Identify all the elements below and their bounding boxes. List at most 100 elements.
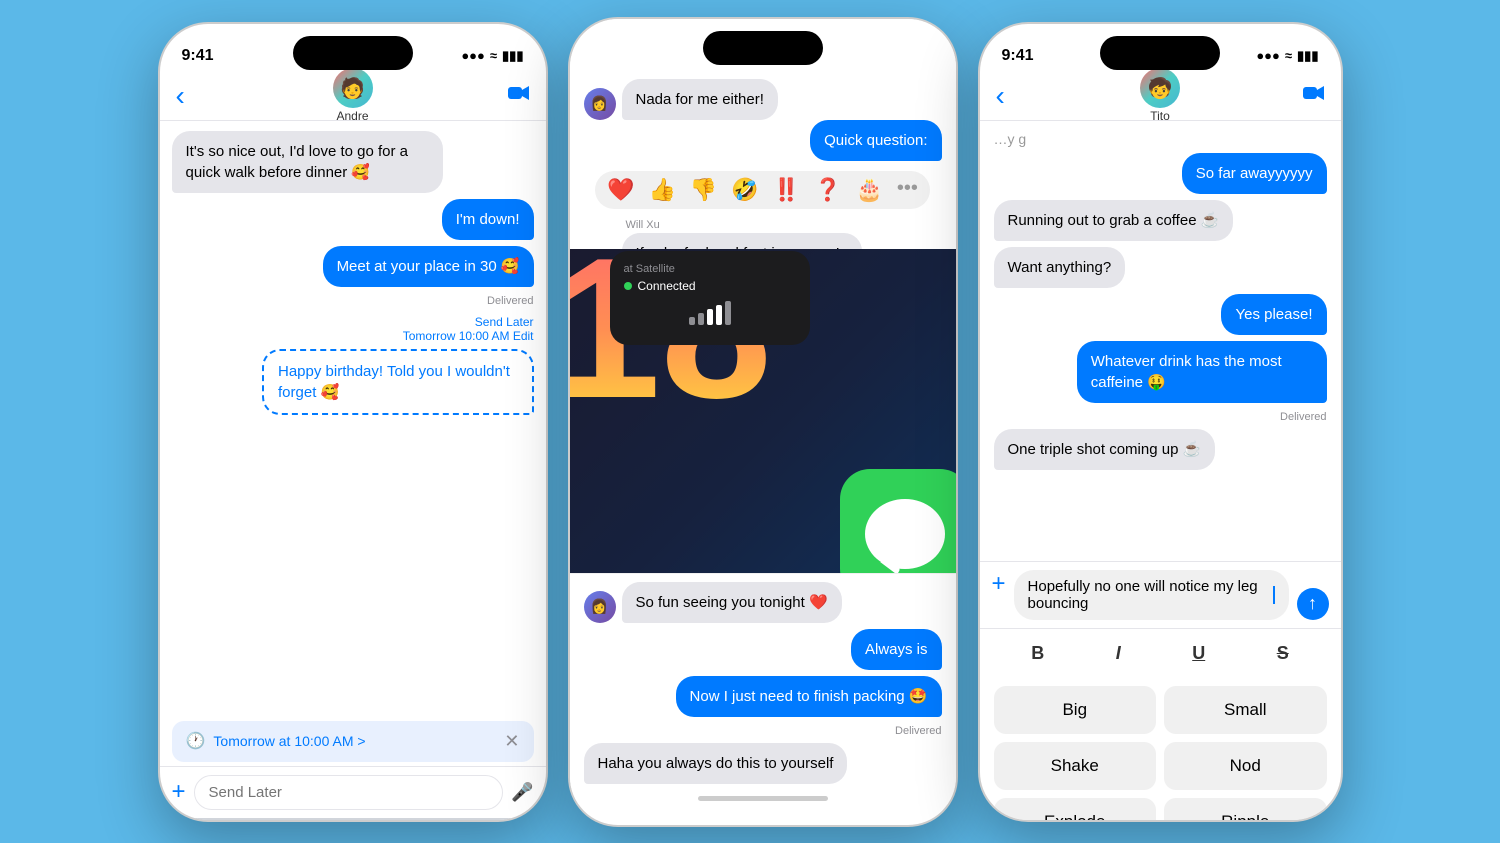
- text-cursor: [1273, 586, 1275, 604]
- mid-avatar-3: 👩: [584, 591, 616, 623]
- battery-icon-right: ▮▮▮: [1297, 48, 1318, 64]
- mid-sender-name: Will Xu: [626, 219, 942, 231]
- satellite-title: at Satellite: [624, 263, 796, 275]
- contact-name-left: Andre: [336, 109, 368, 123]
- right-msg-1: So far awayyyyyy: [994, 153, 1327, 194]
- right-bubble-6: One triple shot coming up ☕: [994, 429, 1216, 470]
- signal-bar-3: [707, 309, 713, 325]
- delivered-label-mid: Delivered: [584, 725, 942, 737]
- satellite-connected-dot: [624, 282, 632, 290]
- add-button-right[interactable]: +: [992, 570, 1006, 598]
- schedule-bar-info[interactable]: 🕐 Tomorrow at 10:00 AM >: [186, 731, 366, 751]
- msg-received-1: It's so nice out, I'd love to go for a q…: [172, 131, 444, 193]
- right-msg-4: Yes please!: [994, 294, 1327, 335]
- satellite-signal-bars: [624, 301, 796, 325]
- nav-bar-left: ‹ 🧑 Andre: [160, 74, 546, 121]
- reaction-cake[interactable]: 🎂: [856, 177, 883, 203]
- right-phone: 9:41 ●●● ≈ ▮▮▮ ‹ 🧒 Tito …y g So far away…: [978, 22, 1343, 822]
- msg-scheduled: Happy birthday! Told you I wouldn't forg…: [262, 349, 534, 415]
- middle-phone: 👩 Nada for me either! Quick question: ❤️…: [568, 17, 958, 827]
- signal-bar-4: [716, 305, 722, 325]
- mid-avatar-1: 👩: [584, 88, 616, 120]
- mid-bottom-msg-2: Always is: [584, 629, 942, 670]
- right-partial-msg: …y g: [994, 131, 1327, 147]
- close-schedule-button[interactable]: ✕: [504, 731, 519, 752]
- reaction-thumbsup[interactable]: 👍: [648, 177, 675, 203]
- avatar-right[interactable]: 🧒: [1140, 68, 1180, 108]
- reaction-more[interactable]: •••: [897, 177, 918, 203]
- keyboard-left: I The I'm ≥A Q W E R T Y U I O P A S D F…: [160, 818, 546, 822]
- status-icons-right: ●●● ≈ ▮▮▮: [1256, 48, 1318, 64]
- edit-link[interactable]: Edit: [513, 329, 534, 343]
- home-indicator-mid: [698, 796, 828, 801]
- mid-bottom-bubble-3: Now I just need to finish packing 🤩: [676, 676, 942, 717]
- nav-center-left: 🧑 Andre: [333, 68, 373, 123]
- wifi-icon: ≈: [490, 48, 497, 63]
- status-time-left: 9:41: [182, 47, 214, 65]
- battery-icon: ▮▮▮: [502, 48, 523, 64]
- back-button-left[interactable]: ‹: [176, 80, 185, 112]
- right-messages-area: …y g So far awayyyyyy Running out to gra…: [980, 121, 1341, 561]
- clock-icon: 🕐: [186, 731, 206, 751]
- effect-nod[interactable]: Nod: [1164, 742, 1327, 790]
- add-button-left[interactable]: +: [172, 778, 186, 806]
- dynamic-island-right: [1100, 36, 1220, 70]
- reaction-laugh[interactable]: 🤣: [731, 177, 758, 203]
- back-button-right[interactable]: ‹: [996, 80, 1005, 112]
- right-bubble-2: Running out to grab a coffee ☕: [994, 200, 1234, 241]
- right-msg-5: Whatever drink has the most caffeine 🤑: [994, 341, 1327, 403]
- contact-name-right: Tito: [1150, 109, 1170, 123]
- nav-center-right: 🧒 Tito: [1140, 68, 1180, 123]
- message-input-left[interactable]: [194, 775, 504, 810]
- effect-small[interactable]: Small: [1164, 686, 1327, 734]
- nav-bar-right: ‹ 🧒 Tito: [980, 74, 1341, 121]
- effect-ripple[interactable]: Ripple: [1164, 798, 1327, 822]
- right-bubble-3: Want anything?: [994, 247, 1126, 288]
- mid-bottom-bubble-2: Always is: [851, 629, 942, 670]
- video-button-right[interactable]: [1303, 84, 1325, 107]
- underline-button[interactable]: U: [1184, 639, 1213, 668]
- reaction-double-exclaim[interactable]: ‼️: [773, 177, 800, 203]
- send-later-label: Send Later Tomorrow 10:00 AM Edit: [172, 315, 534, 343]
- mid-bottom-msg-1: 👩 So fun seeing you tonight ❤️: [584, 582, 942, 623]
- messages-bubble-icon: [865, 499, 945, 569]
- right-bubble-1: So far awayyyyyy: [1182, 153, 1327, 194]
- mid-bottom-bubble-1: So fun seeing you tonight ❤️: [622, 582, 842, 623]
- schedule-time: Tomorrow at 10:00 AM >: [213, 733, 365, 749]
- msg-sent-2: Meet at your place in 30 🥰: [323, 246, 534, 287]
- reaction-thumbsdown[interactable]: 👎: [690, 177, 717, 203]
- effect-explode[interactable]: Explode: [994, 798, 1157, 822]
- delivered-label-left: Delivered: [172, 295, 534, 307]
- input-bar-left: + 🎤: [160, 766, 546, 818]
- right-bubble-4: Yes please!: [1221, 294, 1326, 335]
- message-input-right[interactable]: Hopefully no one will notice my leg boun…: [1014, 570, 1289, 620]
- effect-shake[interactable]: Shake: [994, 742, 1157, 790]
- signal-bar-5: [725, 301, 731, 325]
- video-button-left[interactable]: [508, 84, 530, 107]
- status-time-right: 9:41: [1002, 47, 1034, 65]
- signal-icon-right: ●●●: [1256, 48, 1280, 63]
- avatar-left[interactable]: 🧑: [333, 68, 373, 108]
- delivered-label-right: Delivered: [994, 411, 1327, 423]
- right-input-bar: + Hopefully no one will notice my leg bo…: [980, 561, 1341, 628]
- mid-bubble-qq: Quick question:: [810, 120, 941, 161]
- bold-button[interactable]: B: [1023, 639, 1052, 668]
- satellite-status: Connected: [624, 279, 796, 293]
- satellite-widget: at Satellite Connected: [610, 251, 810, 345]
- text-format-bar: B I U S: [980, 628, 1341, 678]
- reaction-bar: ❤️ 👍 👎 🤣 ‼️ ❓ 🎂 •••: [595, 171, 930, 209]
- mid-bottom-bubble-4: Haha you always do this to yourself: [584, 743, 848, 784]
- strikethrough-button[interactable]: S: [1269, 639, 1297, 668]
- messages-area-left: It's so nice out, I'd love to go for a q…: [160, 121, 546, 717]
- mic-icon-left[interactable]: 🎤: [511, 782, 533, 803]
- mid-bottom-msg-3: Now I just need to finish packing 🤩: [584, 676, 942, 717]
- mid-bubble-1: Nada for me either!: [622, 79, 778, 120]
- reaction-heart[interactable]: ❤️: [607, 177, 634, 203]
- reaction-bar-container: ❤️ 👍 👎 🤣 ‼️ ❓ 🎂 •••: [584, 167, 942, 213]
- send-button-right[interactable]: ↑: [1297, 588, 1329, 620]
- effect-grid: Big Small Shake Nod Explode Ripple Bloom…: [980, 678, 1341, 822]
- italic-button[interactable]: I: [1108, 639, 1129, 668]
- effect-big[interactable]: Big: [994, 686, 1157, 734]
- reaction-question[interactable]: ❓: [814, 177, 841, 203]
- signal-icon: ●●●: [461, 48, 485, 63]
